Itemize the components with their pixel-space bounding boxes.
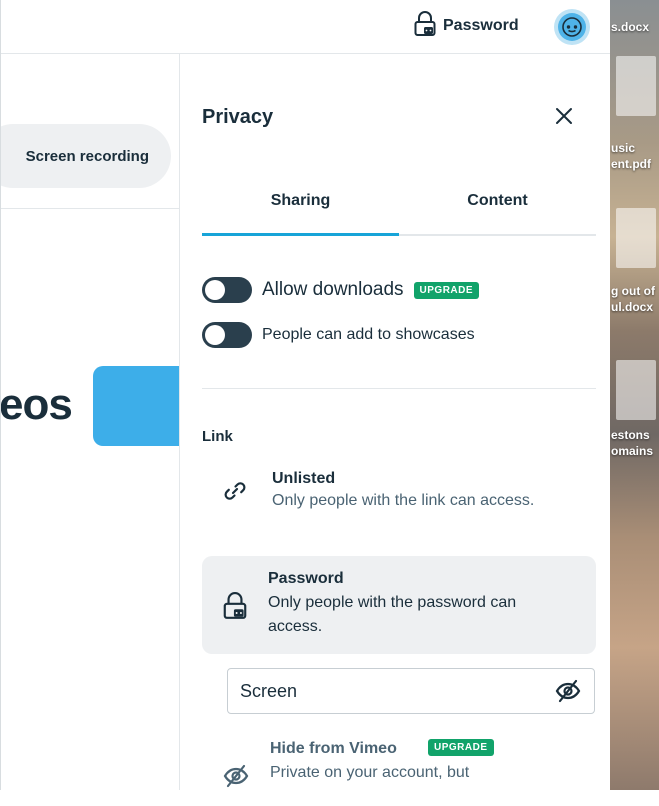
- option-description: Only people with the password can: [268, 594, 517, 611]
- password-input[interactable]: [240, 680, 554, 702]
- desktop-file-label[interactable]: ul.docx: [611, 300, 653, 315]
- password-button[interactable]: Password: [413, 10, 519, 42]
- desktop-file-thumbnail[interactable]: [616, 360, 656, 420]
- close-icon: [556, 108, 572, 124]
- tab-content[interactable]: Content: [399, 192, 596, 210]
- showcases-toggle[interactable]: [202, 322, 252, 348]
- privacy-panel: Privacy Sharing Content Allow downloads …: [179, 54, 610, 790]
- desktop-file-label[interactable]: omains: [611, 444, 653, 459]
- link-icon: [222, 478, 248, 509]
- desktop-file-label[interactable]: usic: [611, 141, 635, 156]
- password-button-label: Password: [443, 17, 519, 34]
- option-unlisted[interactable]: Unlisted Only people with the link can a…: [202, 466, 596, 538]
- allow-downloads-row: Allow downloads UPGRADE: [202, 277, 480, 303]
- allow-downloads-toggle[interactable]: [202, 277, 252, 303]
- panel-title: Privacy: [202, 106, 274, 128]
- desktop-file-thumbnail[interactable]: [616, 208, 656, 268]
- showcases-label: People can add to showcases: [262, 326, 475, 343]
- option-description: access.: [268, 618, 323, 635]
- upgrade-badge[interactable]: UPGRADE: [428, 739, 494, 756]
- desktop-file-thumbnail[interactable]: [616, 56, 656, 116]
- close-button[interactable]: [552, 104, 576, 128]
- page-title: eos: [0, 380, 73, 429]
- avatar[interactable]: [554, 9, 590, 45]
- screen-recording-button[interactable]: Screen recording: [1, 124, 171, 188]
- screen-recording-label: Screen recording: [25, 147, 149, 165]
- app-window: Password Screen recording eos Privacy Sh…: [0, 0, 610, 790]
- lock-icon: [222, 592, 248, 625]
- main-content: Screen recording eos: [0, 54, 183, 790]
- password-field[interactable]: [227, 668, 595, 714]
- tab-sharing[interactable]: Sharing: [202, 192, 399, 210]
- option-hide-from-vimeo[interactable]: Hide from Vimeo UPGRADE Private on your …: [202, 734, 596, 790]
- allow-downloads-label: Allow downloads: [262, 279, 404, 300]
- desktop-file-label[interactable]: estons: [611, 428, 650, 443]
- desktop-file-label[interactable]: ent.pdf: [611, 157, 651, 172]
- privacy-tabs: Sharing Content: [202, 180, 596, 236]
- eye-slash-icon[interactable]: [554, 679, 582, 703]
- option-description: Only people with the link can access.: [272, 492, 535, 509]
- upgrade-badge[interactable]: UPGRADE: [413, 281, 480, 299]
- top-bar: Password: [1, 0, 610, 54]
- showcases-row: People can add to showcases: [202, 322, 475, 348]
- desktop-file-label[interactable]: g out of: [611, 284, 655, 299]
- option-title: Unlisted: [272, 470, 336, 487]
- desktop-file-label[interactable]: s.docx: [611, 20, 649, 35]
- option-title: Hide from Vimeo: [270, 740, 397, 757]
- new-video-button[interactable]: [93, 366, 183, 446]
- divider: [202, 388, 596, 389]
- active-tab-indicator: [202, 233, 399, 236]
- lock-icon: [413, 10, 437, 42]
- eye-slash-icon: [222, 764, 250, 790]
- smiley-face-icon: [558, 13, 586, 41]
- option-password[interactable]: Password Only people with the password c…: [202, 556, 596, 654]
- option-description: Private on your account, but: [270, 764, 470, 781]
- option-title: Password: [268, 570, 344, 587]
- link-heading: Link: [202, 428, 233, 445]
- desktop-background: s.docx usic ent.pdf g out of ul.docx est…: [608, 0, 659, 790]
- divider: [1, 208, 179, 209]
